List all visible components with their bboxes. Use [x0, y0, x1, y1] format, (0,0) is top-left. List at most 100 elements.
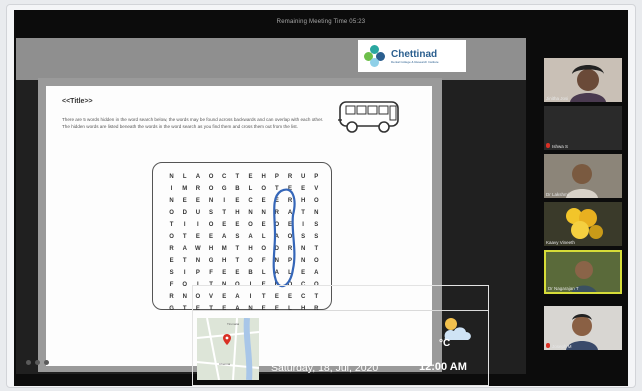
grid-letter: O [182, 282, 188, 288]
grid-letter: E [195, 234, 200, 240]
grid-letter: E [235, 198, 240, 204]
grid-letter: N [169, 198, 174, 204]
temperature-readout: °C [439, 338, 451, 349]
participant-name: Dr Nagarajan T [548, 286, 579, 291]
participant-name: Kaavy Vineeth [546, 240, 575, 245]
grid-letter: I [183, 222, 186, 228]
grid-letter: I [170, 186, 173, 192]
grid-letter: P [314, 174, 319, 180]
map-roads-icon [197, 318, 259, 380]
grid-letter: O [208, 174, 214, 180]
grid-letter: T [235, 258, 240, 264]
grid-letter: N [169, 174, 174, 180]
grid-letter: L [182, 174, 187, 180]
time-readout: 12:00 AM [419, 361, 467, 373]
handwritten-circle [272, 188, 296, 288]
grid-letter: H [248, 246, 253, 252]
grid-letter: A [195, 174, 201, 180]
participant-name: Dr Lakshmi [546, 192, 569, 197]
grid-letter: E [261, 222, 266, 228]
worksheet-title: <<Title>> [62, 98, 93, 105]
grid-letter: E [222, 222, 227, 228]
participant-tile-active-speaker[interactable]: Dr Nagarajan T [544, 250, 622, 294]
grid-letter: F [169, 282, 174, 288]
grid-letter: I [223, 198, 226, 204]
logo-subtitle: Dental College & Research Institute [391, 59, 439, 64]
grid-letter: E [235, 270, 240, 276]
grid-letter: T [235, 246, 240, 252]
grid-letter: O [261, 246, 266, 252]
grid-letter: E [235, 222, 240, 228]
map-thumbnail[interactable]: Tirumalai Chennai [197, 318, 259, 380]
participant-tile[interactable]: Kaavy Vineeth [544, 202, 622, 246]
grid-letter: F [261, 258, 266, 264]
grid-letter: B [235, 186, 240, 192]
grid-letter: F [209, 270, 213, 276]
grid-letter: P [274, 174, 279, 180]
grid-letter: N [195, 258, 201, 264]
grid-letter: E [248, 174, 253, 180]
grid-letter: T [182, 306, 187, 312]
grid-letter: S [209, 210, 214, 216]
meeting-window: Remaining Meeting Time 05:23 Chettinad D… [14, 10, 628, 386]
worksheet-instructions: There are 5 words hidden in the word sea… [62, 117, 324, 129]
bus-icon [338, 101, 399, 133]
map-label: Chennai [219, 362, 231, 366]
grid-letter: H [222, 258, 227, 264]
grid-letter: I [183, 270, 186, 276]
participant-tile[interactable]: Joseph M [544, 306, 622, 350]
map-label: Tirumalai [227, 322, 240, 326]
grid-letter: T [182, 258, 187, 264]
grid-letter: R [169, 246, 174, 252]
grid-letter: R [195, 186, 201, 192]
grid-letter: R [287, 174, 293, 180]
grid-letter: G [169, 306, 174, 312]
grid-letter: C [222, 174, 227, 180]
grid-letter: P [195, 270, 200, 276]
grid-letter: S [169, 270, 174, 276]
grid-letter: T [169, 222, 174, 228]
grid-letter: E [261, 198, 266, 204]
grid-letter: N [314, 210, 319, 216]
date-time-overlay: Tirumalai Chennai °C Saturday, 18, Jul, … [192, 285, 489, 386]
grid-letter: L [261, 234, 266, 240]
grid-letter: O [313, 258, 319, 264]
grid-letter: N [208, 198, 214, 204]
grid-letter: U [300, 174, 306, 180]
grid-letter: O [169, 210, 174, 216]
grid-letter: G [208, 258, 214, 264]
logo-mark-icon [364, 45, 386, 67]
grid-letter: O [261, 186, 266, 192]
grid-letter: R [169, 294, 174, 300]
grid-letter: C [248, 198, 253, 204]
slide-indicator [26, 360, 49, 365]
grid-letter: A [182, 246, 187, 252]
grid-letter: N [182, 294, 187, 300]
grid-letter: N [248, 210, 253, 216]
grid-letter: T [235, 174, 240, 180]
mic-muted-icon [546, 143, 550, 148]
institution-logo: Chettinad Dental College & Research Inst… [358, 40, 466, 72]
grid-letter: A [222, 234, 227, 240]
participant-tile[interactable]: Jinitha Josi [544, 58, 622, 102]
grid-letter: M [221, 246, 227, 252]
grid-letter: T [182, 234, 187, 240]
participant-tile[interactable]: Dr Lakshmi [544, 154, 622, 198]
grid-letter: E [209, 234, 214, 240]
participant-tile[interactable]: Ishwa S [544, 106, 622, 150]
grid-letter: U [195, 210, 201, 216]
grid-letter: N [261, 210, 266, 216]
location-pin-icon [223, 334, 231, 345]
grid-letter: W [195, 246, 201, 252]
grid-letter: M [182, 186, 188, 192]
grid-letter: T [314, 246, 319, 252]
grid-letter: H [235, 210, 240, 216]
date-readout: Saturday, 18, Jul, 2020 [271, 362, 379, 374]
grid-letter: S [314, 222, 319, 228]
grid-letter: S [314, 234, 319, 240]
meeting-topbar: Remaining Meeting Time 05:23 [14, 10, 628, 26]
grid-letter: V [314, 186, 319, 192]
grid-letter: B [248, 270, 253, 276]
grid-letter: E [169, 258, 174, 264]
grid-letter: T [222, 210, 227, 216]
